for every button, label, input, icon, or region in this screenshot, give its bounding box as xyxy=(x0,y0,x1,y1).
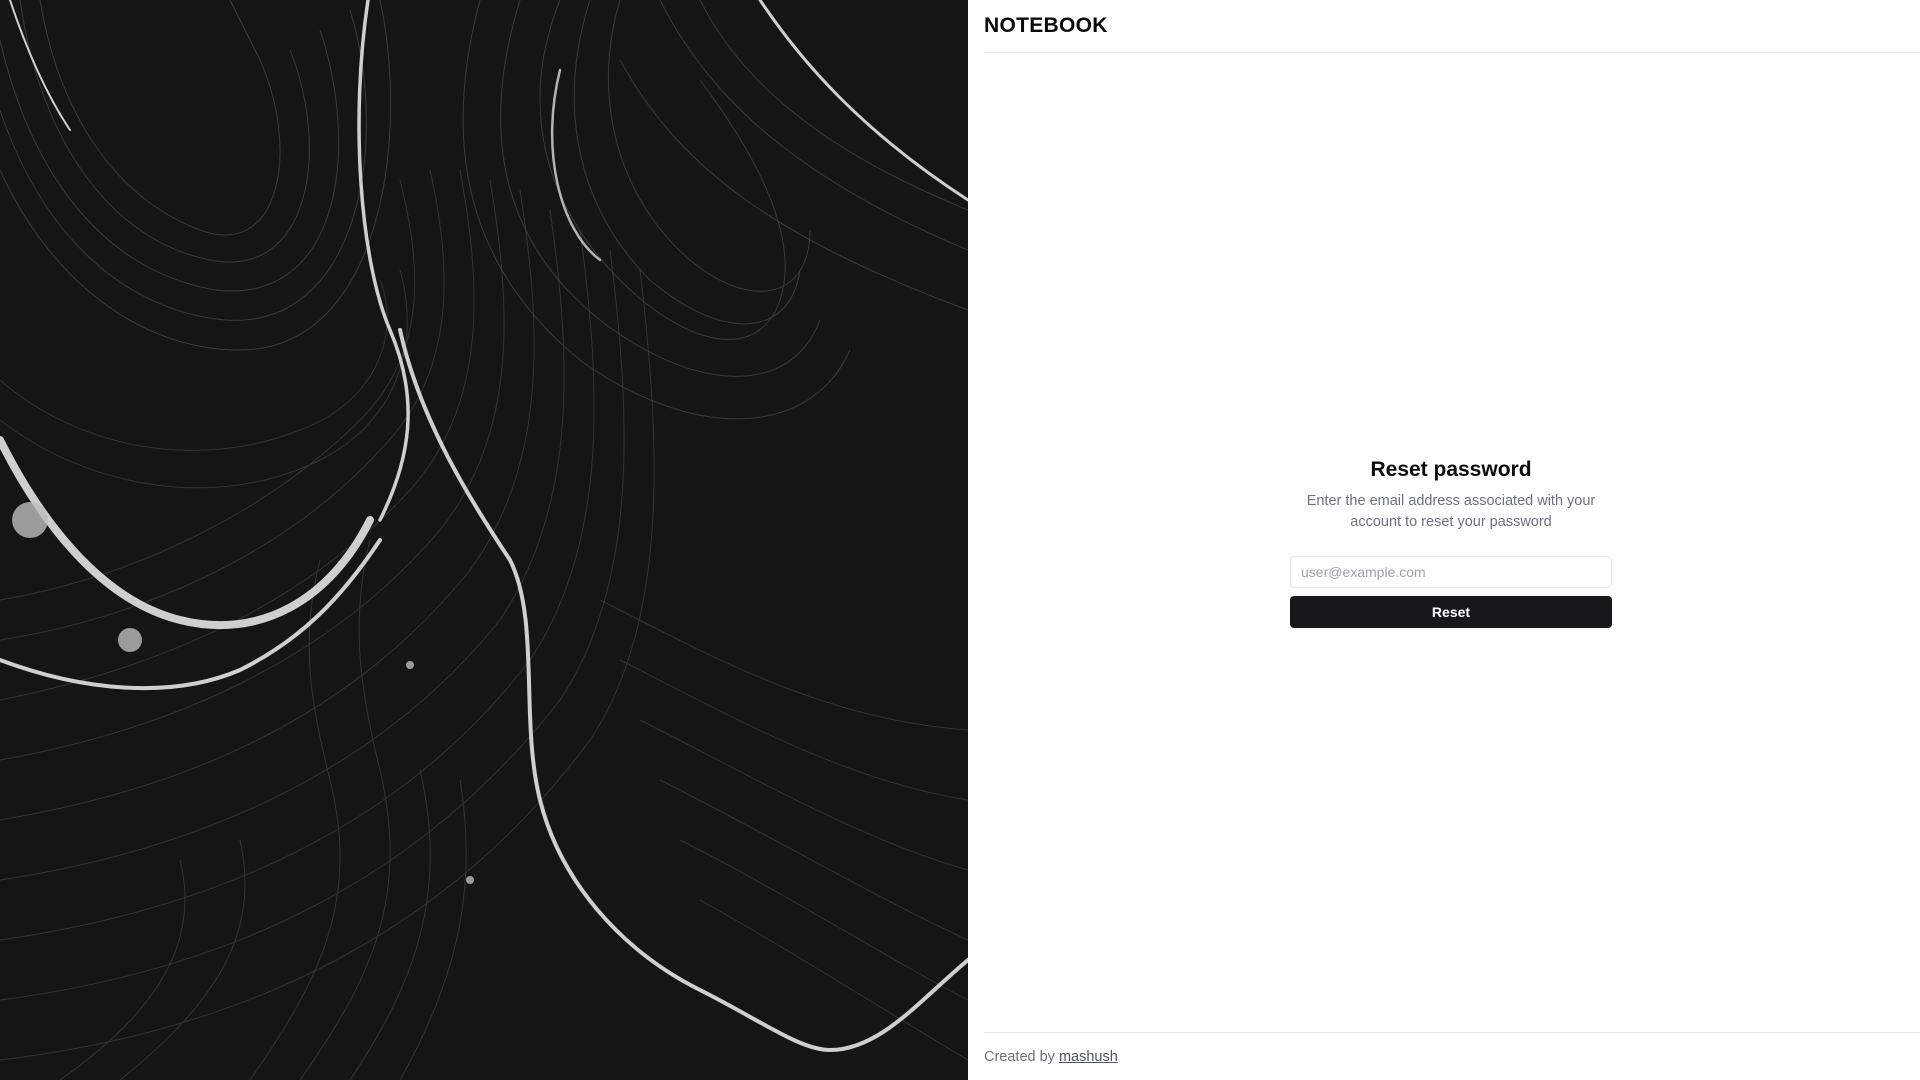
footer: Created by mashush xyxy=(984,1032,1920,1080)
author-link[interactable]: mashush xyxy=(1059,1049,1118,1065)
auth-panel: NOTEBOOK Reset password Enter the email … xyxy=(968,0,1920,1080)
reset-password-form: Reset password Enter the email address a… xyxy=(1290,457,1612,628)
marble-hero-image xyxy=(0,0,968,1080)
marble-swirl-artwork xyxy=(0,0,968,1080)
page: NOTEBOOK Reset password Enter the email … xyxy=(0,0,1920,1080)
app-logo[interactable]: NOTEBOOK xyxy=(984,14,1108,38)
footer-credit-text: Created by xyxy=(984,1049,1055,1065)
reset-button[interactable]: Reset xyxy=(1290,596,1612,628)
email-input[interactable] xyxy=(1290,556,1612,588)
form-title: Reset password xyxy=(1370,458,1532,481)
form-description: Enter the email address associated with … xyxy=(1306,493,1596,530)
top-bar: NOTEBOOK xyxy=(984,0,1920,53)
